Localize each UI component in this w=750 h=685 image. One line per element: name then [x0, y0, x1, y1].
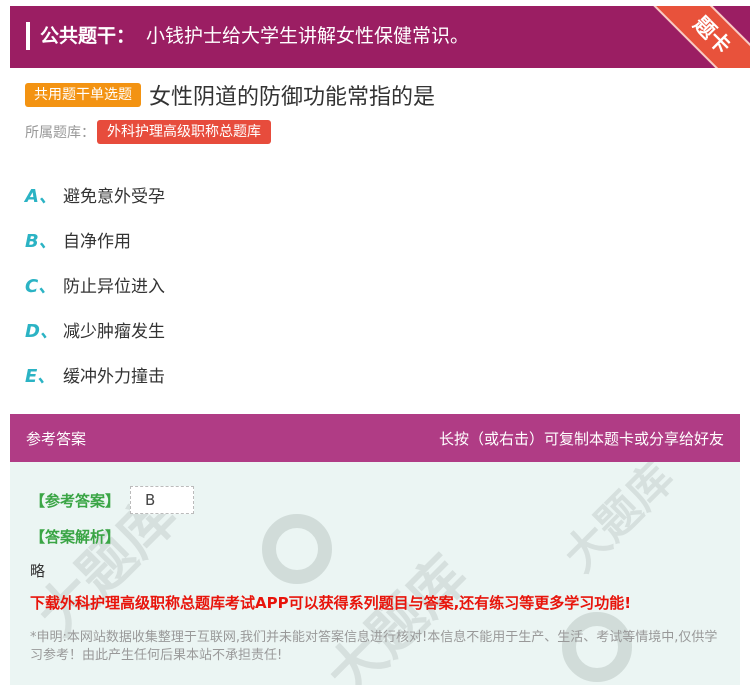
question-title: 女性阴道的防御功能常指的是: [149, 85, 436, 110]
question-bank-row: 所属题库： 外科护理高级职称总题库: [25, 120, 271, 144]
stem-label: 公共题干：: [40, 25, 136, 47]
option-b[interactable]: B、 自净作用: [25, 217, 165, 262]
answer-label: 【参考答案】: [30, 491, 121, 510]
option-e[interactable]: E、 缓冲外力撞击: [25, 352, 165, 397]
option-letter: E、: [25, 365, 56, 387]
watermark-logo: 大题库: [554, 462, 684, 582]
app-download-promo[interactable]: 下载外科护理高级职称总题库考试APP可以获得系列题目与答案,还有练习等更多学习功…: [30, 592, 631, 613]
option-letter: B、: [25, 230, 57, 252]
option-letter: C、: [25, 275, 57, 297]
option-text: 避免意外受孕: [63, 187, 165, 207]
option-letter: A、: [25, 185, 57, 207]
option-d[interactable]: D、 减少肿瘤发生: [25, 307, 165, 352]
option-text: 缓冲外力撞击: [63, 367, 165, 387]
option-a[interactable]: A、 避免意外受孕: [25, 172, 165, 217]
share-hint: 长按（或右击）可复制本题卡或分享给好友: [438, 429, 724, 448]
option-text: 防止异位进入: [63, 277, 165, 297]
answer-panel: 大题库 大题库 大题库 【参考答案】 B 【答案解析】 略 下载外科护理高级职称…: [10, 462, 740, 685]
question-stem-header: 公共题干： 小钱护士给大学生讲解女性保健常识。 题卡: [10, 6, 750, 68]
question-bank-link[interactable]: 外科护理高级职称总题库: [97, 120, 271, 144]
disclaimer-text: *申明:本网站数据收集整理于互联网,我们并未能对答案信息进行核对!本信息不能用于…: [30, 630, 718, 663]
answer-value[interactable]: B: [130, 486, 195, 514]
option-text: 减少肿瘤发生: [63, 322, 165, 342]
reference-answer-bar: 参考答案 长按（或右击）可复制本题卡或分享给好友: [10, 414, 740, 462]
question-title-row: 共用题干单选题 女性阴道的防御功能常指的是: [25, 80, 435, 110]
stem-text: 小钱护士给大学生讲解女性保健常识。: [146, 25, 470, 47]
watermark-circle-icon: [262, 514, 332, 584]
option-letter: D、: [25, 320, 58, 342]
explanation-row: 【答案解析】: [30, 526, 120, 547]
explanation-text: 略: [30, 562, 46, 580]
question-card-badge: 题卡: [633, 6, 750, 68]
reference-answer-title: 参考答案: [26, 429, 87, 448]
question-type-tag: 共用题干单选题: [25, 83, 141, 107]
answer-options: A、 避免意外受孕 B、 自净作用 C、 防止异位进入 D、 减少肿瘤发生 E、…: [25, 172, 165, 397]
option-text: 自净作用: [63, 232, 131, 252]
question-bank-label: 所属题库：: [25, 125, 95, 141]
header-accent-bar: [26, 22, 30, 50]
option-c[interactable]: C、 防止异位进入: [25, 262, 165, 307]
answer-row: 【参考答案】 B: [30, 486, 195, 514]
explanation-label: 【答案解析】: [30, 528, 121, 546]
